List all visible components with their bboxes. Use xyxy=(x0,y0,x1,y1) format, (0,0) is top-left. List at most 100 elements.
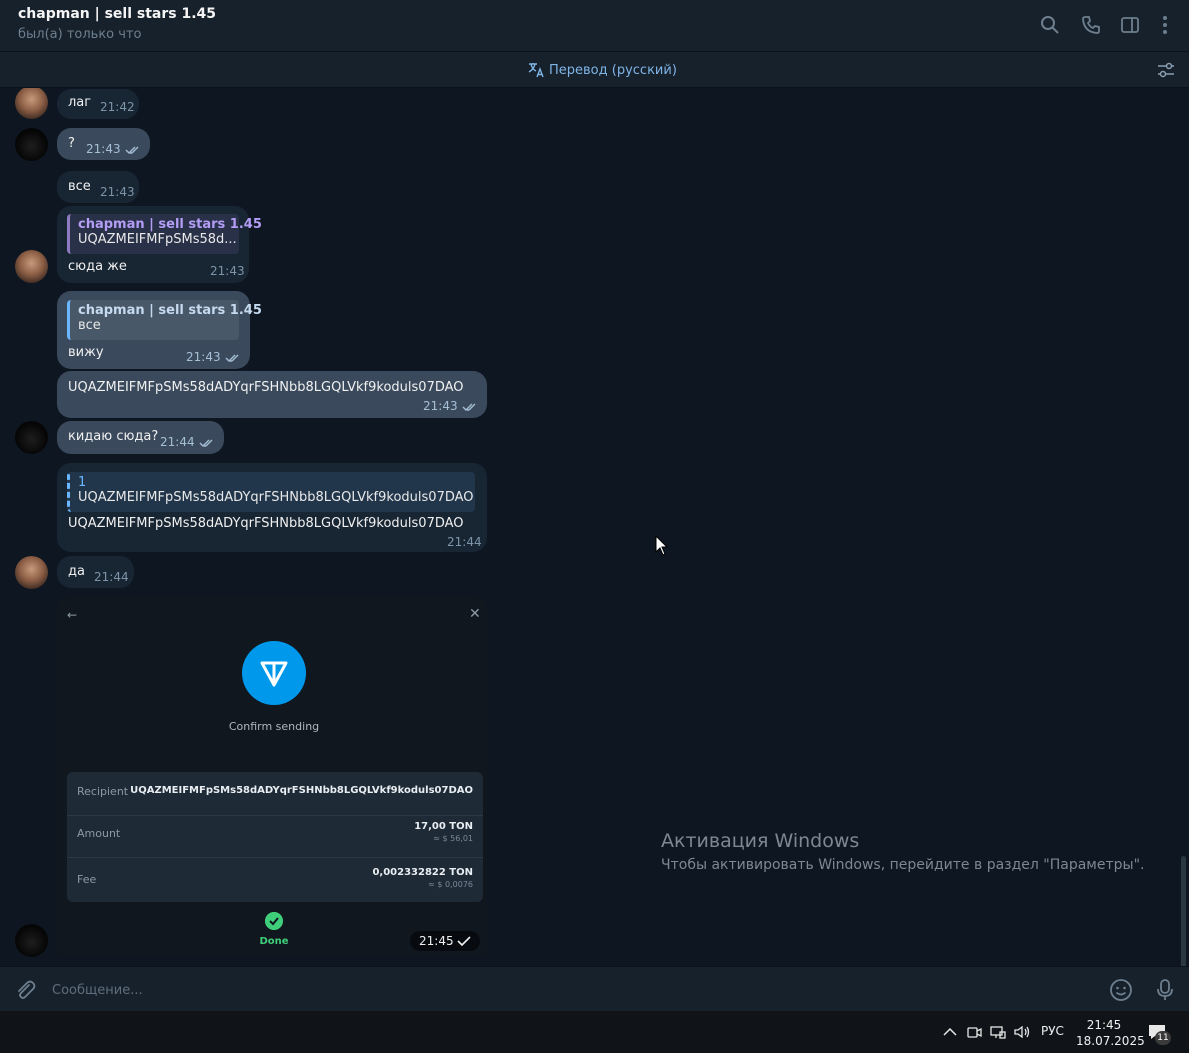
message-time: 21:44 xyxy=(160,435,195,449)
message-bubble[interactable]: лаг 21:42 xyxy=(57,89,139,119)
message-bubble[interactable]: все 21:43 xyxy=(57,171,139,203)
message-text: ? xyxy=(68,136,75,151)
more-vertical-icon[interactable] xyxy=(1154,14,1176,36)
message-text: лаг xyxy=(68,95,92,110)
amount-label: Amount xyxy=(77,827,121,840)
translate-label: Перевод (русский) xyxy=(549,62,677,78)
message-list[interactable]: лаг 21:42 ? 21:43 все 21:43 chapman | se… xyxy=(0,88,1189,966)
confirm-label: Confirm sending xyxy=(228,720,320,733)
taskbar-clock[interactable]: 21:45 18.07.2025 xyxy=(1076,1017,1145,1049)
photo-message[interactable]: ← ✕ Confirm sending Recipient UQAZMEIFMF… xyxy=(57,598,487,956)
chat-header: chapman | sell stars 1.45 был(а) только … xyxy=(0,0,1189,52)
windows-taskbar: РУС 21:45 18.07.2025 11 xyxy=(0,1011,1189,1053)
scrollbar[interactable] xyxy=(1181,856,1186,966)
notification-center-button[interactable]: 11 xyxy=(1147,1023,1171,1045)
reply-text: UQAZMEIFMFpSMs58dADYqrFSHNbb8LGQLVkf9kod… xyxy=(78,490,474,505)
reply-quote[interactable]: 1 UQAZMEIFMFpSMs58dADYqrFSHNbb8LGQLVkf9k… xyxy=(67,472,475,512)
chevron-up-icon[interactable] xyxy=(941,1023,959,1041)
avatar[interactable] xyxy=(15,88,48,119)
message-time: 21:43 xyxy=(210,264,245,278)
fee-label: Fee xyxy=(77,873,97,886)
close-icon: ✕ xyxy=(469,606,481,622)
clock-time: 21:45 xyxy=(1086,1018,1122,1032)
reply-quote[interactable]: chapman | sell stars 1.45 все xyxy=(67,300,262,340)
search-icon[interactable] xyxy=(1039,14,1061,36)
fee-row: Fee 0,002332822 TON ≈ $ 0,0076 xyxy=(67,858,483,902)
reply-author: chapman | sell stars 1.45 xyxy=(78,217,262,232)
message-bubble[interactable]: chapman | sell stars 1.45 UQAZMEIFMFpSMs… xyxy=(57,206,262,283)
double-check-icon xyxy=(199,439,213,447)
language-indicator[interactable]: РУС xyxy=(1041,1024,1064,1038)
chat-title[interactable]: chapman | sell stars 1.45 xyxy=(18,6,216,22)
message-time: 21:43 xyxy=(100,185,135,199)
recipient-label: Recipient xyxy=(77,785,129,798)
photo-time-badge: 21:45 xyxy=(410,931,480,951)
message-text: сюда же xyxy=(68,259,127,274)
message-bubble[interactable]: 1 UQAZMEIFMFpSMs58dADYqrFSHNbb8LGQLVkf9k… xyxy=(57,463,487,552)
message-bubble[interactable]: кидаю сюда? 21:44 xyxy=(57,421,224,454)
avatar[interactable] xyxy=(15,421,48,454)
ton-logo-icon xyxy=(242,641,306,705)
message-composer xyxy=(0,966,1189,1011)
fee-value: 0,002332822 TON xyxy=(372,867,473,878)
message-time: 21:43 xyxy=(186,350,221,364)
reply-author: 1 xyxy=(78,475,87,490)
message-input[interactable] xyxy=(52,977,1082,1003)
amount-usd: ≈ $ 56,01 xyxy=(433,834,473,843)
message-bubble[interactable]: да 21:44 xyxy=(57,556,134,588)
check-icon xyxy=(457,936,471,946)
double-check-icon xyxy=(462,403,476,411)
double-check-icon xyxy=(125,146,139,154)
windows-activation-text: Чтобы активировать Windows, перейдите в … xyxy=(661,857,1145,873)
reply-text: UQAZMEIFMFpSMs58d... xyxy=(78,232,237,247)
avatar[interactable] xyxy=(15,250,48,283)
check-circle-icon xyxy=(265,912,283,930)
tune-icon[interactable] xyxy=(1156,60,1176,80)
mic-icon[interactable] xyxy=(1155,978,1175,1002)
reply-author: chapman | sell stars 1.45 xyxy=(78,303,262,318)
translate-button[interactable]: Перевод (русский) xyxy=(527,61,677,79)
cursor-icon xyxy=(655,535,669,556)
recipient-row: Recipient UQAZMEIFMFpSMs58dADYqrFSHNbb8L… xyxy=(67,772,483,816)
message-text: UQAZMEIFMFpSMs58dADYqrFSHNbb8LGQLVkf9kod… xyxy=(68,380,464,395)
windows-activation-title: Активация Windows xyxy=(661,830,860,852)
message-time: 21:42 xyxy=(100,100,135,114)
back-arrow-icon: ← xyxy=(67,608,78,622)
message-bubble[interactable]: chapman | sell stars 1.45 все вижу 21:43 xyxy=(57,291,262,369)
translate-bar: Перевод (русский) xyxy=(0,52,1189,88)
message-time: 21:45 xyxy=(419,934,454,948)
reply-text: все xyxy=(78,318,101,333)
phone-icon[interactable] xyxy=(1080,14,1102,36)
message-time: 21:44 xyxy=(94,570,129,584)
message-time: 21:43 xyxy=(86,142,121,156)
double-check-icon xyxy=(225,354,239,362)
notification-badge: 11 xyxy=(1155,1031,1171,1045)
avatar[interactable] xyxy=(15,556,48,589)
network-icon[interactable] xyxy=(989,1023,1007,1041)
message-text: да xyxy=(68,564,85,579)
message-time: 21:43 xyxy=(423,399,458,413)
amount-value: 17,00 TON xyxy=(414,821,473,832)
clock-date: 18.07.2025 xyxy=(1076,1034,1145,1048)
telegram-window: chapman | sell stars 1.45 был(а) только … xyxy=(0,0,1189,1053)
volume-icon[interactable] xyxy=(1013,1023,1031,1041)
emoji-icon[interactable] xyxy=(1109,978,1133,1002)
message-bubble[interactable]: ? 21:43 xyxy=(57,128,150,160)
chat-status: был(а) только что xyxy=(18,27,142,42)
reply-quote[interactable]: chapman | sell stars 1.45 UQAZMEIFMFpSMs… xyxy=(67,214,262,254)
translate-icon xyxy=(528,63,544,78)
message-bubble[interactable]: UQAZMEIFMFpSMs58dADYqrFSHNbb8LGQLVkf9kod… xyxy=(57,371,487,418)
recipient-value: UQAZMEIFMFpSMs58dADYqrFSHNbb8LGQLVkf9kod… xyxy=(130,785,473,796)
fee-usd: ≈ $ 0,0076 xyxy=(428,880,473,889)
amount-row: Amount 17,00 TON ≈ $ 56,01 xyxy=(67,812,483,858)
message-text: кидаю сюда? xyxy=(68,429,159,444)
message-text: вижу xyxy=(68,345,104,360)
meet-icon[interactable] xyxy=(965,1023,983,1041)
attach-icon[interactable] xyxy=(14,979,36,1001)
avatar[interactable] xyxy=(15,924,48,957)
avatar[interactable] xyxy=(15,128,48,161)
message-time: 21:44 xyxy=(447,535,482,549)
message-text: UQAZMEIFMFpSMs58dADYqrFSHNbb8LGQLVkf9kod… xyxy=(68,516,464,531)
sidebar-icon[interactable] xyxy=(1119,14,1141,36)
message-text: все xyxy=(68,179,91,194)
